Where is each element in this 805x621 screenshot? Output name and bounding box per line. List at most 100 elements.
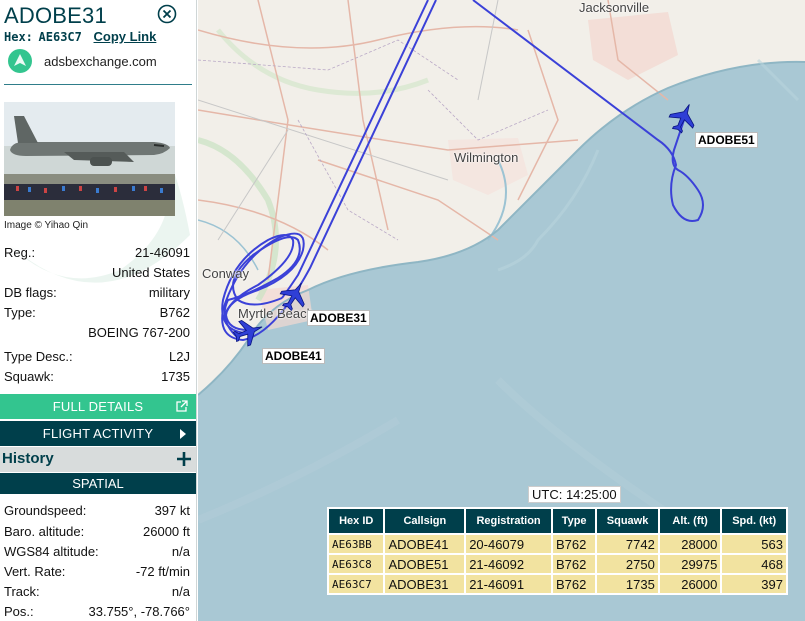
spatial-label: SPATIAL <box>72 476 124 491</box>
cell-squawk: 7742 <box>597 535 658 553</box>
column-header-squawk[interactable]: Squawk <box>597 509 658 533</box>
info-row-db-flags: DB flags: military <box>4 285 190 303</box>
info-value: 21-46091 <box>135 245 190 260</box>
column-header-altitude[interactable]: Alt. (ft) <box>659 509 721 533</box>
info-value: B762 <box>159 305 190 320</box>
info-value: n/a <box>171 584 190 599</box>
cell-callsign: ADOBE31 <box>385 575 465 593</box>
info-row-country: United States <box>4 265 190 283</box>
info-value: 1735 <box>161 369 190 384</box>
cell-registration: 20-46079 <box>466 535 551 553</box>
adsbexchange-logo-icon <box>8 49 32 73</box>
full-details-label: FULL DETAILS <box>52 399 144 414</box>
city-label-myrtle-beach: Myrtle Beach <box>238 306 314 321</box>
column-header-registration[interactable]: Registration <box>466 509 551 533</box>
chevron-right-icon <box>180 429 186 439</box>
cell-speed: 563 <box>722 535 786 553</box>
cell-type: B762 <box>552 575 596 593</box>
cell-speed: 468 <box>722 555 786 573</box>
utc-clock: UTC: 14:25:00 <box>528 486 621 503</box>
cell-callsign: ADOBE41 <box>385 535 465 553</box>
info-label: WGS84 altitude: <box>4 544 99 559</box>
table-header-row: Hex ID Callsign Registration Type Squawk… <box>329 509 786 533</box>
data-source-row: adsbexchange.com <box>8 49 157 73</box>
photo-credit: Image © Yihao Qin <box>4 220 89 231</box>
plane-label-adobe41[interactable]: ADOBE41 <box>262 348 325 364</box>
info-label: Baro. altitude: <box>4 524 85 539</box>
info-label: Squawk: <box>4 369 54 384</box>
cell-type: B762 <box>552 535 596 553</box>
info-label: Reg.: <box>4 245 36 260</box>
table-row[interactable]: AE63C8 ADOBE51 21-46092 B762 2750 29975 … <box>329 555 786 573</box>
full-details-button[interactable]: FULL DETAILS <box>0 394 196 419</box>
info-value: L2J <box>169 349 190 364</box>
cell-hex-id: AE63C7 <box>329 575 384 593</box>
column-header-type[interactable]: Type <box>552 509 596 533</box>
cell-callsign: ADOBE51 <box>385 555 465 573</box>
info-label: DB flags: <box>4 285 57 300</box>
city-label-conway: Conway <box>202 266 249 281</box>
cell-altitude: 29975 <box>659 555 721 573</box>
cell-squawk: 1735 <box>597 575 658 593</box>
info-value: BOEING 767-200 <box>88 325 190 340</box>
land-area <box>198 0 805 395</box>
aircraft-callsign-title: ADOBE31 <box>4 3 107 28</box>
info-label: Vert. Rate: <box>4 564 66 579</box>
table-row[interactable]: AE63BB ADOBE41 20-46079 B762 7742 28000 … <box>329 535 786 553</box>
table-row[interactable]: AE63C7 ADOBE31 21-46091 B762 1735 26000 … <box>329 575 786 593</box>
cell-registration: 21-46091 <box>466 575 551 593</box>
external-link-icon <box>176 400 188 412</box>
city-label-wilmington: Wilmington <box>454 150 519 165</box>
spatial-row-vert-rate: Vert. Rate: -72 ft/min <box>4 564 190 582</box>
plane-label-adobe31[interactable]: ADOBE31 <box>307 310 370 326</box>
data-source-label[interactable]: adsbexchange.com <box>44 54 157 69</box>
spatial-row-baro-altitude: Baro. altitude: 26000 ft <box>4 524 190 542</box>
info-row-type: Type: B762 <box>4 305 190 323</box>
info-label: Track: <box>4 584 40 599</box>
cell-hex-id: AE63BB <box>329 535 384 553</box>
spatial-section-header[interactable]: SPATIAL <box>0 473 196 494</box>
spatial-row-groundspeed: Groundspeed: 397 kt <box>4 503 190 521</box>
info-row-registration: Reg.: 21-46091 <box>4 245 190 263</box>
hex-label: Hex: <box>4 30 33 44</box>
plane-marker-adobe51 <box>668 104 695 134</box>
plus-icon[interactable] <box>177 452 191 466</box>
history-label: History <box>2 450 54 467</box>
info-value: 397 kt <box>154 503 190 518</box>
info-row-type-name: BOEING 767-200 <box>4 325 190 343</box>
cell-squawk: 2750 <box>597 555 658 573</box>
app-window: ADOBE31 Hex: AE63C7 Copy Link adsbexchan… <box>0 0 805 621</box>
cell-speed: 397 <box>722 575 786 593</box>
info-label: Groundspeed: <box>4 503 87 518</box>
info-label: Type: <box>4 305 36 320</box>
column-header-hex-id[interactable]: Hex ID <box>329 509 384 533</box>
copy-link[interactable]: Copy Link <box>94 29 157 44</box>
plane-label-adobe51[interactable]: ADOBE51 <box>695 132 758 148</box>
city-label-jacksonville: Jacksonville <box>579 0 650 15</box>
column-header-callsign[interactable]: Callsign <box>385 509 465 533</box>
spatial-row-position: Pos.: 33.755°, -78.766° <box>4 604 190 621</box>
cell-registration: 21-46092 <box>466 555 551 573</box>
flight-activity-label: FLIGHT ACTIVITY <box>42 426 154 441</box>
spatial-row-track: Track: n/a <box>4 584 190 602</box>
cell-type: B762 <box>552 555 596 573</box>
cell-altitude: 28000 <box>659 535 721 553</box>
aircraft-info-sidebar: ADOBE31 Hex: AE63C7 Copy Link adsbexchan… <box>0 0 197 621</box>
history-section-toggle[interactable]: History <box>0 447 196 472</box>
info-label: Pos.: <box>4 604 34 619</box>
aircraft-photo[interactable] <box>4 102 175 216</box>
info-value: n/a <box>171 544 190 559</box>
cell-hex-id: AE63C8 <box>329 555 384 573</box>
info-value: 33.755°, -78.766° <box>88 604 190 619</box>
flight-activity-button[interactable]: FLIGHT ACTIVITY <box>0 421 196 446</box>
info-label: Type Desc.: <box>4 349 73 364</box>
info-value: -72 ft/min <box>135 564 190 579</box>
hex-value: AE63C7 <box>38 30 82 44</box>
spatial-row-wgs84-altitude: WGS84 altitude: n/a <box>4 544 190 562</box>
close-icon[interactable] <box>157 4 177 24</box>
info-value: military <box>148 285 190 300</box>
info-value: 26000 ft <box>143 524 190 539</box>
info-row-type-desc: Type Desc.: L2J <box>4 349 190 367</box>
divider <box>4 84 192 85</box>
column-header-speed[interactable]: Spd. (kt) <box>722 509 786 533</box>
